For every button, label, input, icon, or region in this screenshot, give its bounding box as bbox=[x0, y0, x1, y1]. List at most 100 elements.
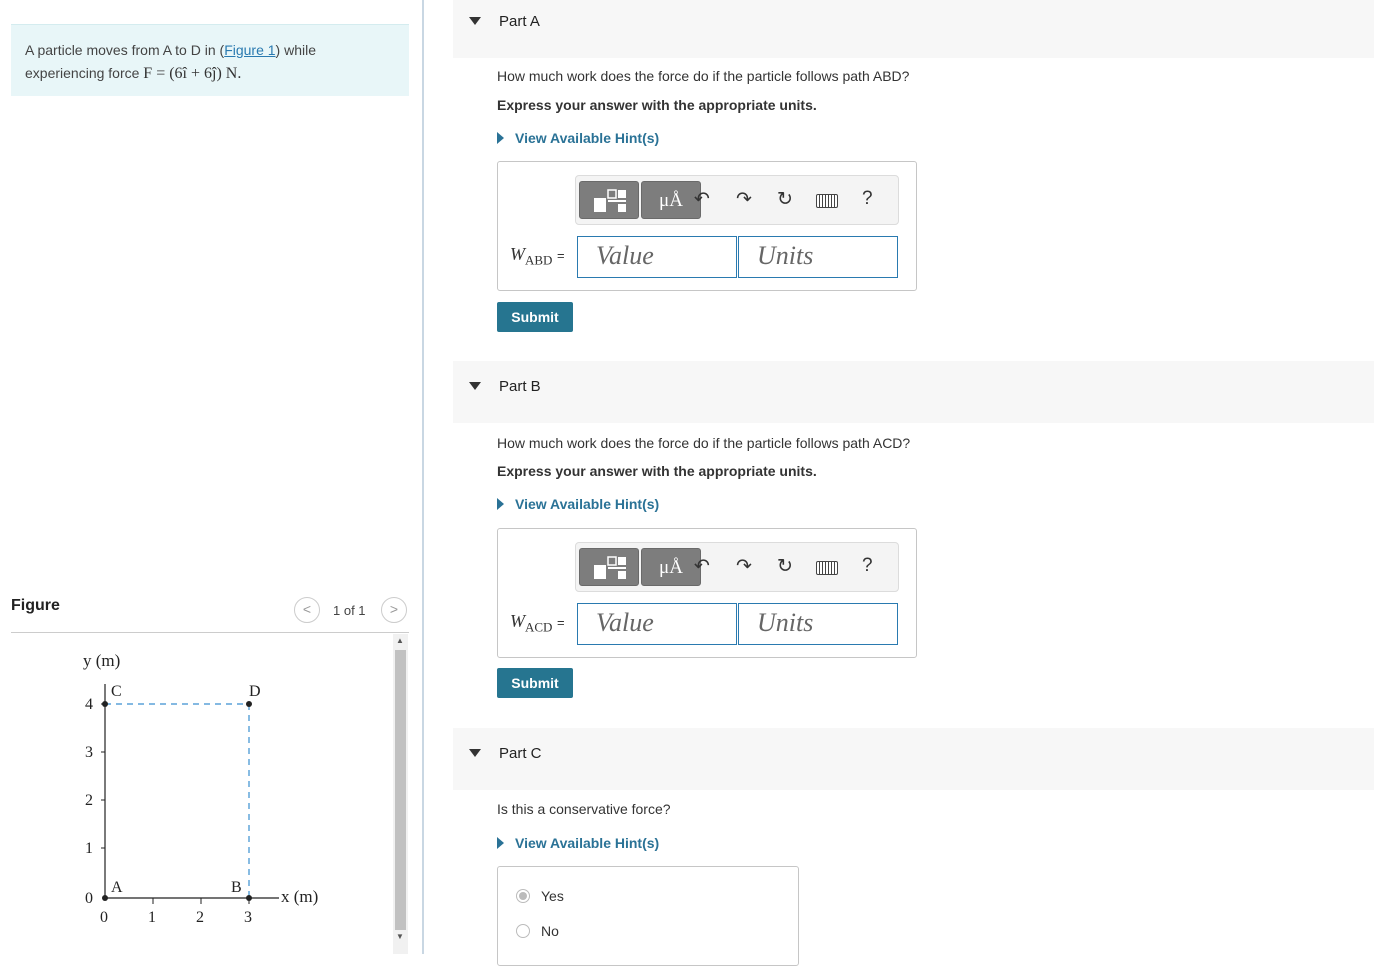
choice-label-yes[interactable]: Yes bbox=[541, 888, 564, 904]
y-tick-label: 2 bbox=[85, 792, 93, 809]
radio-yes[interactable] bbox=[516, 889, 530, 903]
right-panel: Part A How much work does the force do i… bbox=[424, 0, 1374, 966]
problem-text-after: ) while bbox=[275, 42, 317, 58]
figure-pager: 1 of 1 bbox=[333, 603, 366, 618]
keyboard-icon[interactable] bbox=[816, 194, 838, 208]
reset-icon[interactable]: ↻ bbox=[772, 555, 798, 578]
templates-icon bbox=[594, 556, 626, 579]
prev-figure-button[interactable]: < bbox=[294, 597, 320, 623]
x-tick-label: 1 bbox=[148, 909, 156, 926]
problem-statement: A particle moves from A to D in (Figure … bbox=[11, 24, 409, 96]
part-b-header[interactable]: Part B bbox=[453, 361, 1374, 423]
chevron-left-icon: < bbox=[302, 601, 312, 617]
keyboard-icon[interactable] bbox=[816, 561, 838, 575]
y-axis-label: y (m) bbox=[83, 651, 120, 670]
scroll-down-icon[interactable]: ▼ bbox=[396, 932, 404, 941]
label-d: D bbox=[249, 683, 261, 700]
part-a-submit-button[interactable]: Submit bbox=[497, 302, 573, 332]
redo-icon[interactable]: ↷ bbox=[731, 188, 757, 211]
left-panel: A particle moves from A to D in (Figure … bbox=[0, 0, 422, 954]
part-a-title: Part A bbox=[499, 13, 540, 30]
variable-symbol: W bbox=[510, 244, 525, 264]
collapse-caret-icon bbox=[469, 382, 481, 390]
y-tick-label: 0 bbox=[85, 890, 93, 907]
part-c-choices: Yes No bbox=[497, 866, 799, 966]
point-d bbox=[246, 701, 252, 707]
label-b: B bbox=[231, 879, 242, 896]
help-icon[interactable]: ? bbox=[862, 188, 873, 210]
part-b-hint-toggle[interactable]: View Available Hint(s) bbox=[497, 496, 659, 512]
part-a-value-input[interactable]: Value bbox=[577, 236, 737, 278]
templates-button[interactable] bbox=[579, 548, 639, 586]
caret-right-icon bbox=[497, 837, 504, 849]
equals-sign: = bbox=[556, 615, 565, 630]
hint-label: View Available Hint(s) bbox=[515, 496, 660, 512]
part-a-answer-box: μÅ ↶ ↷ ↻ ? WABD = Value Units bbox=[497, 161, 917, 291]
part-a-toolbar: μÅ ↶ ↷ ↻ ? bbox=[575, 175, 899, 225]
part-c-header[interactable]: Part C bbox=[453, 728, 1374, 790]
point-a bbox=[102, 895, 108, 901]
help-icon[interactable]: ? bbox=[862, 555, 873, 577]
collapse-caret-icon bbox=[469, 17, 481, 25]
part-a-variable: WABD = bbox=[510, 244, 565, 269]
collapse-caret-icon bbox=[469, 749, 481, 757]
point-c bbox=[102, 701, 108, 707]
part-b-submit-button[interactable]: Submit bbox=[497, 668, 573, 698]
figure-scrollbar[interactable]: ▲ ▼ bbox=[393, 634, 408, 954]
chevron-right-icon: > bbox=[389, 601, 399, 617]
part-a-question: How much work does the force do if the p… bbox=[497, 68, 910, 84]
part-b-title: Part B bbox=[499, 378, 541, 395]
choice-label-no[interactable]: No bbox=[541, 923, 559, 939]
figure-link[interactable]: Figure 1 bbox=[224, 42, 275, 58]
part-b-instruction: Express your answer with the appropriate… bbox=[497, 463, 817, 479]
label-c: C bbox=[111, 683, 122, 700]
scroll-thumb[interactable] bbox=[395, 650, 406, 930]
x-tick-label: 3 bbox=[244, 909, 252, 926]
templates-icon bbox=[594, 189, 626, 212]
hint-label: View Available Hint(s) bbox=[515, 835, 660, 851]
part-c-title: Part C bbox=[499, 745, 542, 762]
part-a-hint-toggle[interactable]: View Available Hint(s) bbox=[497, 130, 659, 146]
part-c-question: Is this a conservative force? bbox=[497, 801, 671, 817]
redo-icon[interactable]: ↷ bbox=[731, 555, 757, 578]
label-a: A bbox=[111, 879, 123, 896]
y-tick-label: 1 bbox=[85, 840, 93, 857]
undo-icon[interactable]: ↶ bbox=[689, 188, 715, 211]
figure-header: Figure < 1 of 1 > bbox=[11, 593, 409, 633]
part-b-toolbar: μÅ ↶ ↷ ↻ ? bbox=[575, 542, 899, 592]
figure-title: Figure bbox=[11, 597, 60, 614]
part-b-question: How much work does the force do if the p… bbox=[497, 435, 911, 451]
x-axis-label: x (m) bbox=[281, 887, 318, 906]
part-b-variable: WACD = bbox=[510, 611, 565, 636]
part-b-answer-box: μÅ ↶ ↷ ↻ ? WACD = Value Units bbox=[497, 528, 917, 658]
variable-subscript: ACD bbox=[525, 619, 553, 635]
equals-sign: = bbox=[556, 248, 565, 263]
variable-subscript: ABD bbox=[525, 252, 553, 268]
undo-icon[interactable]: ↶ bbox=[689, 555, 715, 578]
figure-image: y (m) x (m) C D A B 4 3 2 1 0 0 1 2 3 bbox=[11, 634, 391, 954]
radio-no[interactable] bbox=[516, 924, 530, 938]
hint-label: View Available Hint(s) bbox=[515, 130, 660, 146]
part-b-value-input[interactable]: Value bbox=[577, 603, 737, 645]
path-diagram: y (m) x (m) C D A B 4 3 2 1 0 0 1 2 3 bbox=[83, 651, 318, 926]
part-b-units-input[interactable]: Units bbox=[738, 603, 898, 645]
part-c-hint-toggle[interactable]: View Available Hint(s) bbox=[497, 835, 659, 851]
next-figure-button[interactable]: > bbox=[381, 597, 407, 623]
caret-right-icon bbox=[497, 498, 504, 510]
x-tick-label: 0 bbox=[100, 909, 108, 926]
part-a-units-input[interactable]: Units bbox=[738, 236, 898, 278]
y-tick-label: 4 bbox=[85, 696, 93, 713]
y-tick-label: 3 bbox=[85, 744, 93, 761]
variable-symbol: W bbox=[510, 611, 525, 631]
problem-text: A particle moves from A to D in ( bbox=[25, 42, 225, 58]
scroll-up-icon[interactable]: ▲ bbox=[396, 636, 404, 645]
point-b bbox=[246, 895, 252, 901]
problem-text-2: experiencing force bbox=[25, 65, 144, 81]
problem-line-2: experiencing force F = (6î + 6ĵ) N. bbox=[25, 62, 395, 85]
x-tick-label: 2 bbox=[196, 909, 204, 926]
reset-icon[interactable]: ↻ bbox=[772, 188, 798, 211]
templates-button[interactable] bbox=[579, 181, 639, 219]
part-a-header[interactable]: Part A bbox=[453, 0, 1374, 58]
force-expression: F = (6î + 6ĵ) N. bbox=[143, 65, 242, 82]
part-a-instruction: Express your answer with the appropriate… bbox=[497, 97, 817, 113]
